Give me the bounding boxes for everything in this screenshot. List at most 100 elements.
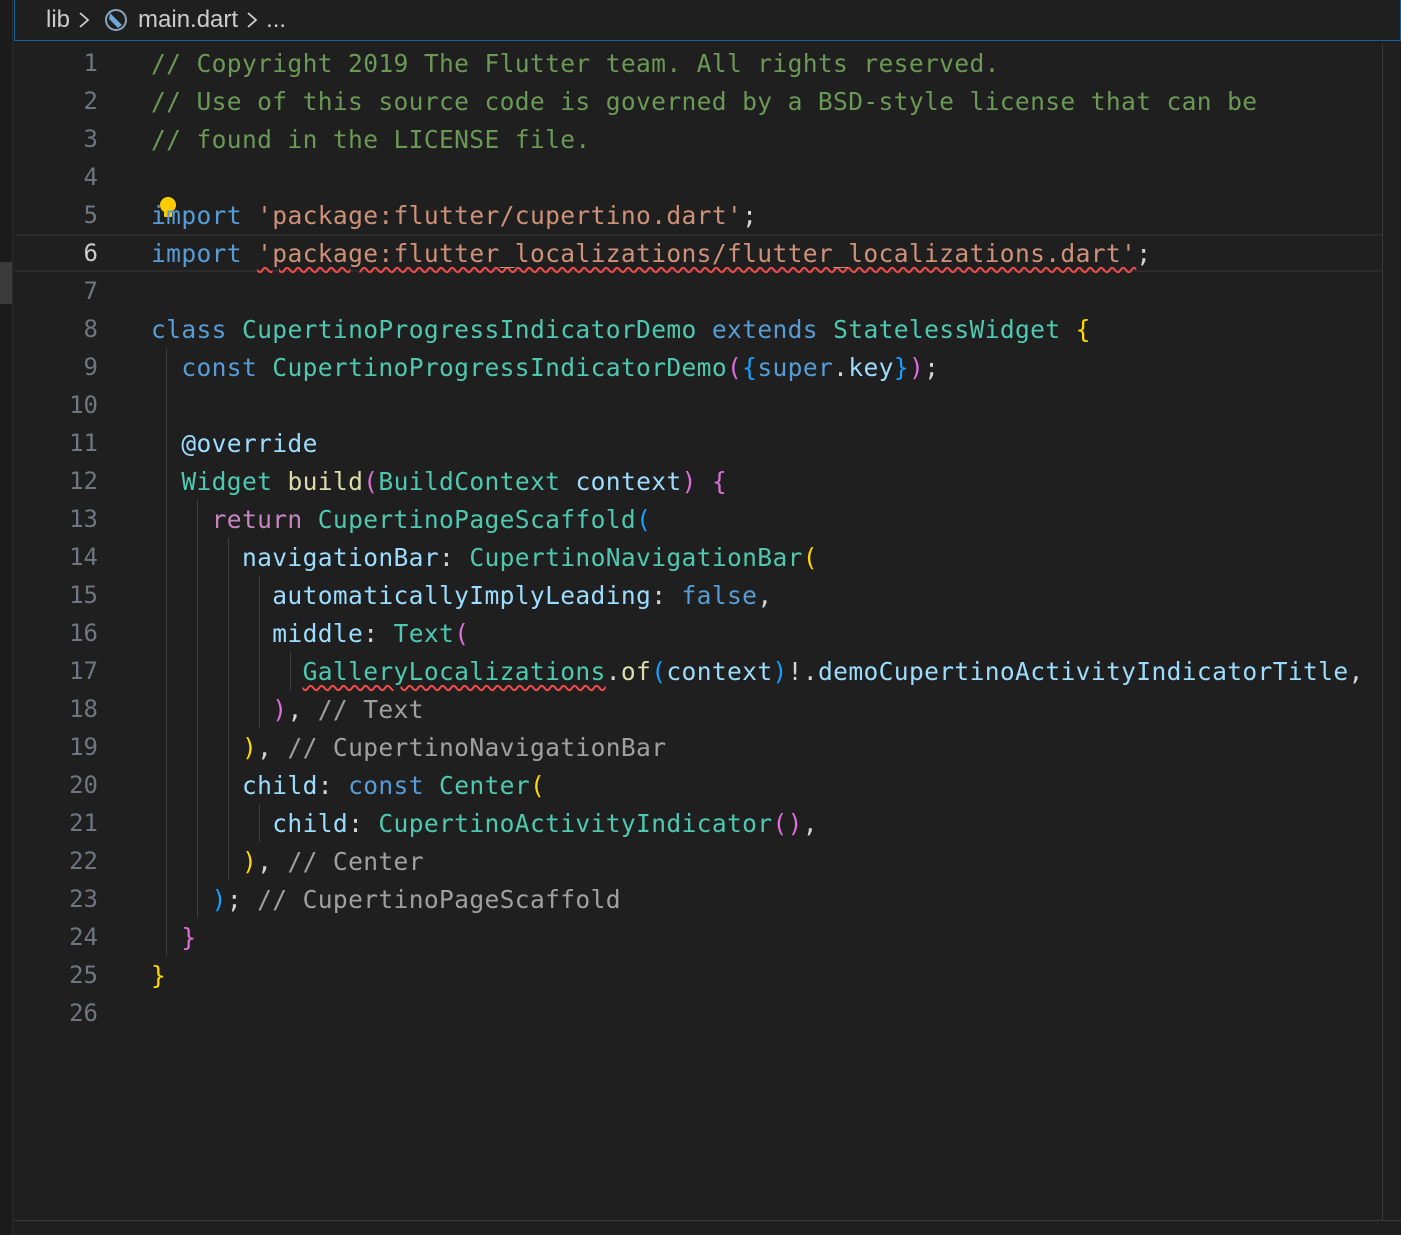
breadcrumb-folder-lib[interactable]: lib [46,6,70,34]
code-line[interactable]: 17 GalleryLocalizations.of(context)!.dem… [14,652,1382,690]
code-token: ) [908,352,925,382]
code-editor[interactable]: 1 // Copyright 2019 The Flutter team. All… [14,44,1382,1220]
code-token: ) [241,846,258,876]
line-number: 5 [83,201,98,229]
code-token: child [272,808,349,838]
code-token: ( [636,504,652,534]
code-token: : [439,542,470,572]
code-text: middle: Text( [151,619,469,648]
code-line[interactable]: 20 child: const Center( [14,766,1382,804]
code-token: middle [272,618,364,648]
line-number: 3 [83,125,98,153]
code-token: // Text [317,694,424,724]
code-token: StatelessWidget [833,314,1061,344]
code-line[interactable]: 8 class CupertinoProgressIndicatorDemo ex… [14,310,1382,348]
code-token: ) [681,466,697,496]
breadcrumb-file-main-dart[interactable]: main.dart [138,6,238,34]
code-line[interactable]: 2 // Use of this source code is governed … [14,82,1382,120]
code-line[interactable]: 24 } [14,918,1382,956]
line-number: 11 [69,429,98,457]
code-token: , [757,580,773,610]
code-text: @override [151,429,318,458]
line-number: 17 [69,657,98,685]
line-number: 2 [83,87,98,115]
code-text: navigationBar: CupertinoNavigationBar( [151,543,818,572]
code-text: Widget build(BuildContext context) { [151,467,727,496]
code-token: } [151,960,167,990]
code-token: of [620,656,652,686]
code-line[interactable]: 11 @override [14,424,1382,462]
code-line[interactable]: 7 [14,272,1382,310]
code-line[interactable]: 26 [14,994,1382,1032]
code-line[interactable]: 1 // Copyright 2019 The Flutter team. All… [14,44,1382,82]
code-line[interactable]: 15 automaticallyImplyLeading: false, [14,576,1382,614]
code-token: // Use of this source code is governed b… [151,86,1258,116]
code-line[interactable]: 9 const CupertinoProgressIndicatorDemo({… [14,348,1382,386]
code-line[interactable]: 21 child: CupertinoActivityIndicator(), [14,804,1382,842]
editor-bottom-border [14,1220,1401,1221]
code-token: // Center [287,846,424,876]
chevron-right-icon [246,11,258,29]
code-token: , [257,732,288,762]
code-token: extends [711,314,818,344]
code-token: class [151,314,227,344]
code-token: : [363,618,394,648]
code-token: ) [211,884,227,914]
code-text: automaticallyImplyLeading: false, [151,581,772,610]
code-token: . [833,352,849,382]
code-line[interactable]: 19 ), // CupertinoNavigationBar [14,728,1382,766]
breadcrumb: lib main.dart ... [14,0,1401,41]
code-line[interactable]: 4 [14,158,1382,196]
code-token: 'package:flutter/cupertino.dart' [257,200,743,230]
line-number: 10 [69,391,98,419]
code-token: , [257,846,288,876]
code-token: // Copyright 2019 The Flutter team. All … [151,48,1000,78]
code-line[interactable]: 25} [14,956,1382,994]
code-token: // CupertinoNavigationBar [287,732,667,762]
code-line[interactable]: 3 // found in the LICENSE file. [14,120,1382,158]
vertical-scrollbar-track[interactable] [1382,44,1383,1220]
code-text: GalleryLocalizations.of(context)!.demoCu… [151,657,1364,686]
code-token: , [802,808,818,838]
code-text: ), // Center [151,847,424,876]
code-line[interactable]: 22 ), // Center [14,842,1382,880]
code-line[interactable]: 14 navigationBar: CupertinoNavigationBar… [14,538,1382,576]
line-number: 12 [69,467,98,495]
code-token: ( [363,466,379,496]
breadcrumb-more[interactable]: ... [266,6,286,34]
code-line[interactable]: 10 [14,386,1382,424]
code-line[interactable]: 5 import 'package:flutter/cupertino.dart'… [14,196,1382,234]
line-number: 15 [69,581,98,609]
code-line[interactable]: 13 return CupertinoPageScaffold( [14,500,1382,538]
code-text: // found in the LICENSE file. [151,125,591,154]
scroll-position-marker [0,262,12,304]
code-token: navigationBar [241,542,439,572]
code-token: BuildContext [378,466,561,496]
code-line[interactable]: 23 ); // CupertinoPageScaffold [14,880,1382,918]
code-line[interactable]: 18 ), // Text [14,690,1382,728]
code-line[interactable]: 16 middle: Text( [14,614,1382,652]
code-token: ; [226,884,258,914]
code-line[interactable]: 6 import 'package:flutter_localizations/f… [14,234,1382,272]
code-token: ( [530,770,546,800]
code-token: : [348,808,379,838]
code-token: !. [787,656,818,686]
code-line[interactable]: 12 Widget build(BuildContext context) { [14,462,1382,500]
code-token: build [287,466,364,496]
